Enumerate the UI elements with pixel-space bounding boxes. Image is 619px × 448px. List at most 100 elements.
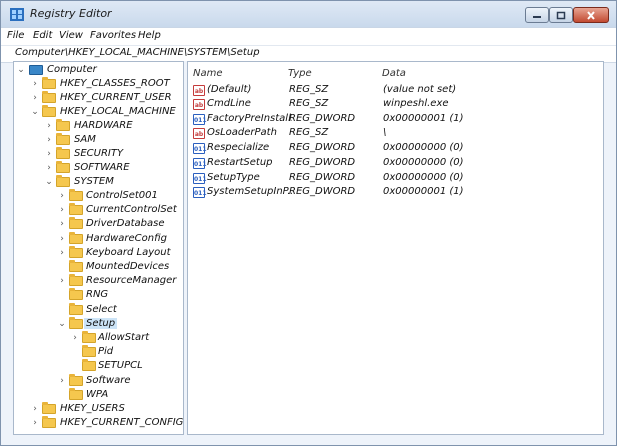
value-row[interactable]: 011 SystemSetupInP... REG_DWORD 0x000000… [188,185,603,200]
tree-item-label: Pid [98,346,114,357]
folder-icon [69,217,83,229]
title-bar[interactable]: Registry Editor [1,1,616,27]
folder-icon [69,374,83,386]
tree-item-sam[interactable]: › SAM [14,133,183,147]
menu-edit[interactable]: Edit [33,30,52,41]
value-row[interactable]: 011 SetupType REG_DWORD 0x00000000 (0) [188,171,603,186]
menu-file[interactable]: File [7,30,24,41]
tree-item-rng[interactable]: RNG [14,288,183,302]
maximize-button[interactable] [549,7,573,23]
folder-icon [82,331,96,343]
tree-item-hardware[interactable]: › HARDWARE [14,119,183,133]
tree-item-setup[interactable]: ⌄ Setup [14,317,183,331]
chevron-right-icon[interactable]: › [30,402,40,416]
tree-item-label: Computer [47,64,97,75]
tree-item-label: HKEY_CURRENT_CONFIG [60,417,184,428]
address-path[interactable]: Computer\HKEY_LOCAL_MACHINE\SYSTEM\Setup [15,47,260,58]
tree-item-hkey-local-machine[interactable]: ⌄ HKEY_LOCAL_MACHINE [14,105,183,119]
tree-item-resourcemanager[interactable]: › ResourceManager [14,274,183,288]
tree-item-label: Select [86,304,117,315]
chevron-right-icon[interactable]: › [44,133,54,147]
tree-item-setupcl[interactable]: SETUPCL [14,359,183,373]
folder-icon [56,119,70,131]
tree-item-hkey-current-config[interactable]: › HKEY_CURRENT_CONFIG [14,416,183,430]
tree-item-controlset001[interactable]: › ControlSet001 [14,189,183,203]
tree-item-security[interactable]: › SECURITY [14,147,183,161]
value-name: Respecialize [207,142,270,153]
tree-item-keyboard-layout[interactable]: › Keyboard Layout [14,246,183,260]
dword-value-icon: 011 [193,114,207,125]
tree-item-currentcontrolset[interactable]: › CurrentControlSet [14,203,183,217]
chevron-right-icon[interactable]: › [44,147,54,161]
menu-help[interactable]: Help [138,30,161,41]
chevron-down-icon[interactable]: ⌄ [16,63,26,77]
value-row[interactable]: ab CmdLine REG_SZ winpeshl.exe [188,97,603,112]
tree-item-driverdatabase[interactable]: › DriverDatabase [14,217,183,231]
chevron-right-icon[interactable]: › [57,217,67,231]
chevron-right-icon[interactable]: › [30,77,40,91]
tree-item-hkey-users[interactable]: › HKEY_USERS [14,402,183,416]
tree-item-pid[interactable]: Pid [14,345,183,359]
tree-item-allowstart[interactable]: › AllowStart [14,331,183,345]
tree-item-select[interactable]: Select [14,303,183,317]
chevron-right-icon[interactable]: › [57,189,67,203]
tree-item-label: HKEY_LOCAL_MACHINE [60,106,176,117]
tree-item-label: ResourceManager [86,275,177,286]
folder-icon [82,345,96,357]
chevron-right-icon[interactable]: › [44,119,54,133]
chevron-right-icon[interactable]: › [44,161,54,175]
value-row[interactable]: 011 Respecialize REG_DWORD 0x00000000 (0… [188,141,603,156]
chevron-right-icon[interactable]: › [30,416,40,430]
tree-item-label: HardwareConfig [86,233,167,244]
tree-item-label: SYSTEM [74,176,114,187]
tree-item-wpa[interactable]: WPA [14,388,183,402]
value-type: REG_SZ [289,98,329,109]
registry-editor-window: Registry Editor File Edit View Favorites… [0,0,617,446]
chevron-down-icon[interactable]: ⌄ [44,175,54,189]
value-name: FactoryPreInstall... [207,113,292,124]
chevron-down-icon[interactable]: ⌄ [30,105,40,119]
value-type: REG_DWORD [289,142,356,153]
tree-item-hkey-classes-root[interactable]: › HKEY_CLASSES_ROOT [14,77,183,91]
value-type: REG_DWORD [289,157,356,168]
value-row[interactable]: ab OsLoaderPath REG_SZ \ [188,126,603,141]
chevron-right-icon[interactable]: › [30,91,40,105]
value-type: REG_SZ [289,127,329,138]
minimize-icon [533,16,541,18]
chevron-right-icon[interactable]: › [57,232,67,246]
value-row[interactable]: 011 FactoryPreInstall... REG_DWORD 0x000… [188,112,603,127]
tree-item-mounteddevices[interactable]: MountedDevices [14,260,183,274]
minimize-button[interactable] [525,7,549,23]
chevron-right-icon[interactable]: › [57,374,67,388]
tree-item-software[interactable]: › SOFTWARE [14,161,183,175]
value-name: (Default) [207,84,252,95]
maximize-icon [556,11,566,19]
column-header-name[interactable]: Name [193,68,223,79]
tree-item-hkey-current-user[interactable]: › HKEY_CURRENT_USER [14,91,183,105]
values-list[interactable]: Name Type Data ab (Default) REG_SZ (valu… [187,61,604,435]
value-name: OsLoaderPath [207,127,277,138]
close-button[interactable] [573,7,609,23]
column-header-type[interactable]: Type [288,68,312,79]
value-row[interactable]: 011 RestartSetup REG_DWORD 0x00000000 (0… [188,156,603,171]
menu-view[interactable]: View [59,30,83,41]
chevron-right-icon[interactable]: › [57,274,67,288]
value-data: 0x00000000 (0) [383,142,464,153]
registry-tree[interactable]: ⌄ Computer › HKEY_CLASSES_ROOT › HKEY_CU… [13,61,184,435]
tree-item-hardwareconfig[interactable]: › HardwareConfig [14,232,183,246]
chevron-right-icon[interactable]: › [57,203,67,217]
value-type: REG_DWORD [289,172,356,183]
tree-item-software-sub[interactable]: › Software [14,374,183,388]
folder-open-icon [69,317,83,329]
menu-favorites[interactable]: Favorites [90,30,136,41]
tree-item-label: ControlSet001 [86,190,158,201]
tree-item-label: HKEY_CLASSES_ROOT [60,78,170,89]
string-value-icon: ab [193,99,205,110]
tree-item-computer[interactable]: ⌄ Computer [14,63,183,77]
chevron-right-icon[interactable]: › [57,246,67,260]
tree-item-system[interactable]: ⌄ SYSTEM [14,175,183,189]
chevron-down-icon[interactable]: ⌄ [57,317,67,331]
value-row[interactable]: ab (Default) REG_SZ (value not set) [188,83,603,98]
column-header-data[interactable]: Data [382,68,406,79]
chevron-right-icon[interactable]: › [70,331,80,345]
